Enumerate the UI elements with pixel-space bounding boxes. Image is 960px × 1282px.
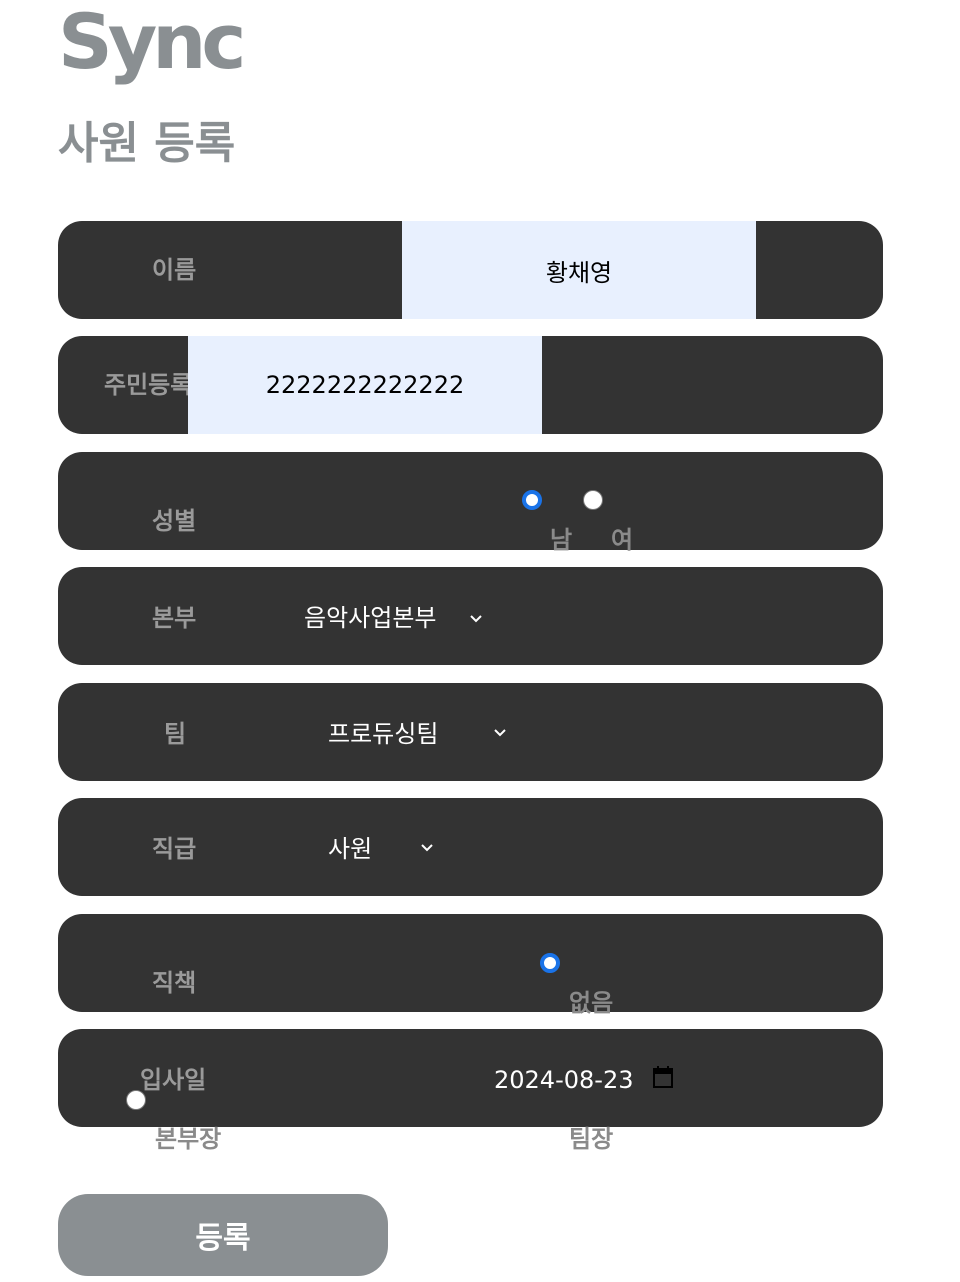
gender-label: 성별	[152, 507, 197, 535]
chevron-down-icon	[494, 729, 506, 737]
duty-label: 직책	[152, 969, 197, 997]
name-label: 이름	[152, 256, 197, 284]
name-input[interactable]: 황채영	[402, 221, 756, 319]
hire-date-input[interactable]: 2024-08-23	[488, 1049, 688, 1109]
gender-row: 성별	[58, 452, 883, 550]
chevron-down-icon	[470, 615, 482, 623]
name-row: 이름 황채영	[58, 221, 883, 319]
division-row: 본부 음악사업본부	[58, 567, 883, 665]
rank-select[interactable]: 사원	[322, 818, 452, 878]
hire-date-row: 입사일 2024-08-23	[58, 1029, 883, 1127]
ssn-row: 주민등록 2222222222222	[58, 336, 883, 434]
team-row: 팀 프로듀싱팀	[58, 683, 883, 781]
rank-label: 직급	[152, 835, 197, 863]
chevron-down-icon	[421, 844, 433, 852]
team-select-value: 프로듀싱팀	[328, 720, 439, 748]
ssn-label: 주민등록	[104, 371, 188, 399]
app-logo: Sync	[58, 0, 246, 86]
rank-select-value: 사원	[328, 835, 373, 863]
gender-option-male-label: 남	[550, 526, 573, 554]
hire-date-value: 2024-08-23	[494, 1066, 634, 1094]
calendar-icon[interactable]	[652, 1065, 674, 1089]
rank-row: 직급 사원	[58, 798, 883, 896]
duty-option-division-head-label: 본부장	[155, 1125, 222, 1153]
duty-option-none-label: 없음	[569, 989, 614, 1017]
hire-date-label: 입사일	[140, 1066, 207, 1094]
page-title: 사원 등록	[58, 118, 236, 169]
division-select-value: 음악사업본부	[304, 604, 437, 632]
duty-radio-none[interactable]	[540, 953, 560, 973]
gender-radio-male[interactable]	[522, 490, 542, 510]
duty-row: 직책	[58, 914, 883, 1012]
division-select[interactable]: 음악사업본부	[298, 587, 498, 647]
gender-option-female-label: 여	[611, 526, 634, 554]
division-label: 본부	[152, 604, 197, 632]
ssn-input[interactable]: 2222222222222	[188, 336, 542, 434]
team-label: 팀	[164, 720, 187, 748]
submit-button[interactable]: 등록	[58, 1194, 388, 1276]
team-select[interactable]: 프로듀싱팀	[322, 703, 522, 763]
duty-radio-division-head[interactable]	[126, 1090, 146, 1110]
duty-option-team-lead-label: 팀장	[569, 1125, 614, 1153]
gender-radio-female[interactable]	[583, 490, 603, 510]
